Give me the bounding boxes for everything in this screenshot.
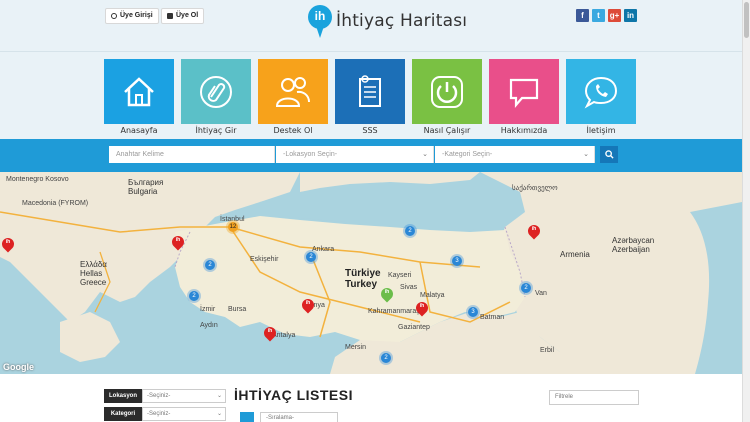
chevron-down-icon: ⌄ [583, 151, 589, 158]
category-select[interactable]: -Kategori Seçin- ⌄ [435, 146, 595, 163]
chevron-down-icon: ⌄ [216, 411, 222, 417]
login-button[interactable]: Üye Girişi [105, 8, 159, 24]
map-label-azerbaijan: Azərbaycan Azerbaijan [612, 236, 655, 254]
tile-label: İletişim [586, 126, 616, 135]
map-pin-marker[interactable]: ih [413, 299, 431, 318]
tile-label: Anasayfa [120, 126, 158, 135]
map-label-georgia: საქართველო [512, 185, 558, 192]
grid-view-icon[interactable] [240, 412, 254, 422]
tile-ihtiyac-gir[interactable]: İhtiyaç Gir [181, 59, 251, 138]
plus-icon [167, 13, 173, 19]
register-button[interactable]: Üye Ol [161, 8, 205, 24]
home-icon [124, 76, 154, 106]
map-label-macedonia: Macedonia (FYROM) [22, 200, 89, 207]
map-label-kayseri: Kayseri [388, 272, 412, 279]
chevron-down-icon: ⌄ [422, 151, 428, 158]
map-label-montenegro: Montenegro Kosovo [6, 176, 69, 183]
social-links: f t g+ in [576, 9, 637, 22]
page: Üye Girişi Üye Ol ih İhtiyaç Haritası f … [0, 0, 742, 422]
list-title: İHTİYAÇ LISTESI [234, 387, 354, 403]
filter-input[interactable]: Filtrele [549, 390, 639, 405]
search-icon [604, 150, 614, 159]
tile-label: Hakkımızda [500, 126, 548, 135]
category-filter-label: Kategori [104, 407, 142, 421]
map-label-sivas: Sivas [400, 284, 418, 291]
paperclip-icon [200, 75, 232, 108]
tile-nasil-calisir[interactable]: Nasıl Çalışır [412, 59, 482, 138]
chat-icon [509, 78, 539, 108]
map-cluster-marker[interactable]: 3 [466, 305, 480, 319]
map-label-mersin: Mersin [345, 344, 367, 351]
map-pin-marker[interactable]: ih [525, 222, 543, 241]
search-button[interactable] [600, 146, 618, 163]
tile-hakkimizda[interactable]: Hakkımızda [489, 59, 559, 138]
map-cluster-marker[interactable]: 2 [203, 258, 217, 272]
map-pin-marker[interactable]: ih [299, 296, 317, 315]
map-pin-marker[interactable]: ih [378, 285, 396, 304]
map[interactable]: Montenegro Kosovo Macedonia (FYROM) Бълг… [0, 172, 742, 374]
map-cluster-marker[interactable]: 2 [403, 224, 417, 238]
map-label-bulgaria: България Bulgaria [128, 178, 164, 196]
map-label-izmir: İzmir [200, 306, 216, 313]
map-pin-marker[interactable]: ih [0, 235, 17, 254]
nav-tiles: Anasayfa İhtiyaç Gir Destek Ol SSS Nasıl… [104, 59, 636, 138]
tile-label: Nasıl Çalışır [423, 126, 471, 135]
power-icon [431, 75, 463, 108]
sort-select[interactable]: -Sıralama- [260, 412, 338, 422]
map-cluster-marker[interactable]: 12 [226, 220, 240, 234]
map-label-kahramanmaras: Kahramanmaraş [368, 308, 420, 315]
location-filter-label: Lokasyon [104, 389, 142, 403]
power-icon [111, 13, 117, 19]
map-label-armenia: Armenia [560, 250, 590, 259]
google-plus-icon[interactable]: g+ [608, 9, 621, 22]
map-label-bursa: Bursa [228, 306, 247, 313]
location-filter-select[interactable]: -Seçiniz- ⌄ [142, 389, 226, 403]
map-label-van: Van [535, 290, 547, 297]
login-button-label: Üye Girişi [120, 12, 153, 19]
map-label-hellas: Ελλάδα Hellas Greece [80, 260, 107, 287]
tile-anasayfa[interactable]: Anasayfa [104, 59, 174, 138]
logo-pin-icon: ih [308, 5, 332, 39]
map-label-aydin: Aydın [200, 322, 218, 329]
tile-destek-ol[interactable]: Destek Ol [258, 59, 328, 138]
map-cluster-marker[interactable]: 2 [187, 289, 201, 303]
document-icon [359, 74, 381, 107]
logo-text: İhtiyaç Haritası [336, 11, 468, 31]
map-cluster-marker[interactable]: 2 [379, 351, 393, 365]
map-label-erbil: Erbil [540, 347, 555, 354]
map-label-batman: Batman [480, 314, 505, 321]
header: Üye Girişi Üye Ol ih İhtiyaç Haritası f … [0, 0, 742, 52]
register-button-label: Üye Ol [176, 12, 199, 19]
tile-sss[interactable]: SSS [335, 59, 405, 138]
google-logo[interactable]: Google [3, 362, 34, 372]
search-bar: Anahtar Kelime -Lokasyon Seçin- ⌄ -Kateg… [0, 139, 742, 172]
twitter-icon[interactable]: t [592, 9, 605, 22]
facebook-icon[interactable]: f [576, 9, 589, 22]
tile-label: İhtiyaç Gir [195, 126, 237, 135]
linkedin-icon[interactable]: in [624, 9, 637, 22]
category-filter-select[interactable]: -Seçiniz- ⌄ [142, 407, 226, 421]
tile-label: Destek Ol [273, 126, 313, 135]
map-label-eskisehir: Eskişehir [250, 256, 279, 263]
tile-iletisim[interactable]: İletişim [566, 59, 636, 138]
keyword-input[interactable]: Anahtar Kelime [109, 146, 275, 163]
scrollbar-thumb[interactable] [744, 2, 749, 38]
map-label-malatya: Malatya [420, 292, 445, 299]
scrollbar[interactable] [742, 0, 750, 422]
location-select[interactable]: -Lokasyon Seçin- ⌄ [276, 146, 434, 163]
map-pin-marker[interactable]: ih [169, 233, 187, 252]
site-logo[interactable]: ih İhtiyaç Haritası [308, 5, 467, 39]
map-cluster-marker[interactable]: 2 [304, 250, 318, 264]
phone-chat-icon [584, 76, 618, 109]
tile-label: SSS [362, 126, 378, 135]
list-section: Lokasyon -Seçiniz- ⌄ Kategori -Seçiniz- … [0, 374, 742, 422]
map-pin-marker[interactable]: ih [261, 324, 279, 343]
map-label-gaziantep: Gaziantep [398, 324, 430, 331]
map-cluster-marker[interactable]: 2 [519, 281, 533, 295]
chevron-down-icon: ⌄ [216, 393, 222, 399]
map-cluster-marker[interactable]: 3 [450, 254, 464, 268]
users-icon [275, 76, 310, 107]
